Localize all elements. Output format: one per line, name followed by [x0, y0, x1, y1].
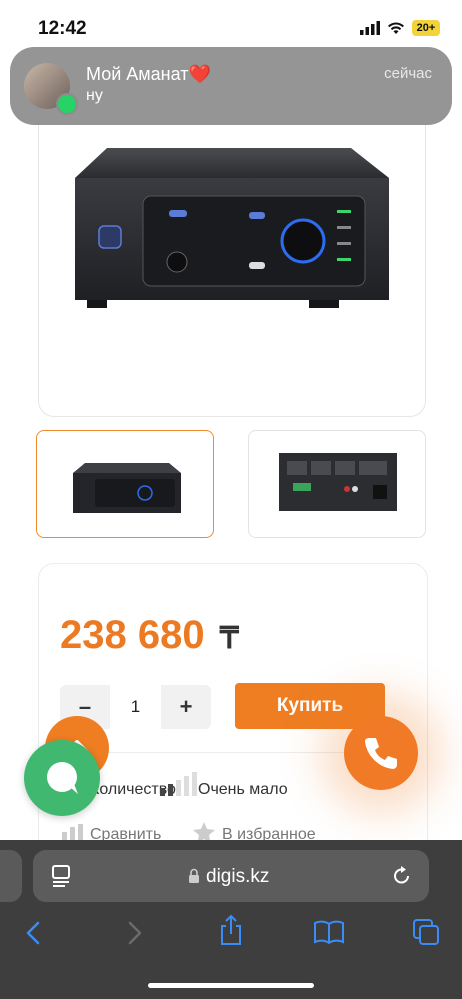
signal-icon [360, 21, 380, 35]
status-time: 12:42 [38, 18, 87, 39]
amplifier-front-thumb [73, 463, 181, 513]
notification-time: сейчас [384, 65, 432, 82]
previous-tab-address-bar[interactable] [0, 850, 22, 902]
chat-bubble-icon [47, 762, 78, 794]
notification-message: ну [86, 87, 103, 104]
phone-icon [365, 738, 397, 769]
notification-banner[interactable]: Мой Аманат❤️ ну сейчас [10, 47, 452, 125]
currency-symbol: ₸ [219, 622, 239, 655]
chat-button[interactable] [24, 740, 100, 816]
stock-level-icon [160, 772, 197, 796]
tabs-icon[interactable] [412, 918, 440, 946]
product-thumbnail-back[interactable] [248, 430, 426, 538]
product-image-card[interactable] [38, 100, 426, 417]
reload-icon[interactable] [391, 865, 413, 887]
battery-icon: 20+ [412, 20, 440, 36]
page-menu-icon[interactable] [51, 865, 75, 887]
amplifier-back-thumb [279, 453, 397, 511]
quantity-input[interactable]: 1 [110, 685, 161, 729]
url-text: digis.kz [206, 866, 270, 887]
share-icon[interactable] [218, 914, 244, 946]
amplifier-image [75, 148, 389, 308]
home-indicator [148, 983, 314, 988]
wifi-icon [388, 22, 404, 34]
status-icons: 20+ [360, 20, 440, 36]
call-button[interactable] [344, 716, 418, 790]
product-price: 238 680 ₸ [60, 613, 239, 658]
price-value: 238 680 [60, 613, 205, 657]
lock-icon [189, 868, 199, 883]
forward-icon[interactable] [124, 920, 144, 946]
product-thumbnail-front[interactable] [36, 430, 214, 538]
whatsapp-icon [56, 93, 78, 115]
back-icon[interactable] [24, 920, 44, 946]
quantity-increase-button[interactable]: + [161, 685, 211, 729]
notification-sender: Мой Аманат❤️ [86, 64, 211, 84]
stock-value: Очень мало [198, 781, 288, 798]
bookmarks-icon[interactable] [313, 920, 345, 944]
